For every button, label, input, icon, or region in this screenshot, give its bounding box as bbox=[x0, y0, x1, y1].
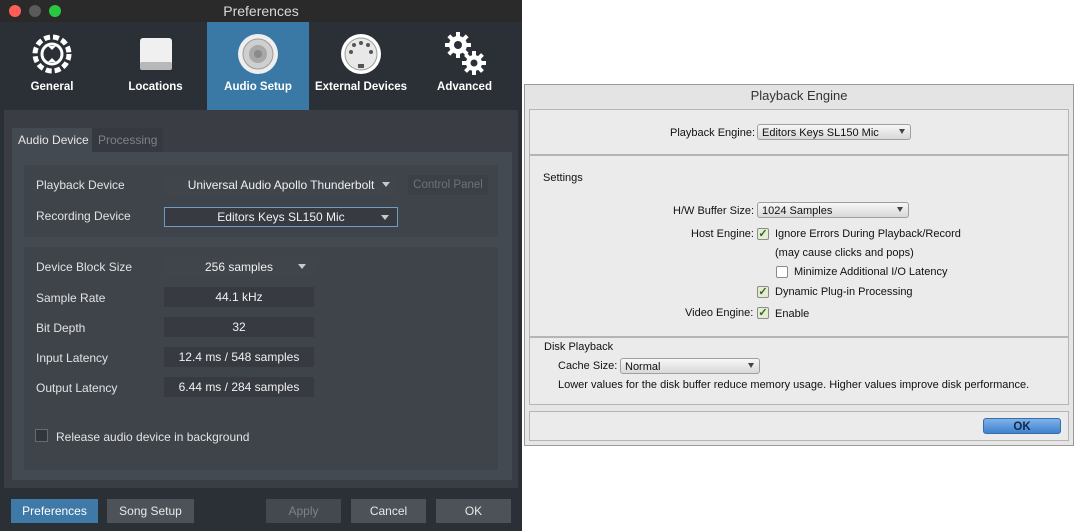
audio-setup-speaker-icon bbox=[238, 34, 278, 74]
tab-external-devices[interactable]: External Devices bbox=[309, 22, 413, 110]
tab-locations-label: Locations bbox=[128, 81, 183, 93]
chevron-down-icon bbox=[899, 129, 905, 134]
control-panel-button[interactable]: Control Panel bbox=[408, 175, 488, 195]
chevron-down-icon bbox=[382, 182, 390, 187]
recording-device-select[interactable]: Editors Keys SL150 Mic bbox=[164, 207, 398, 227]
ignore-errors-label: Ignore Errors During Playback/Record bbox=[775, 228, 961, 240]
dynamic-plugin-checkbox[interactable]: ✓ bbox=[757, 286, 769, 298]
tab-advanced-label: Advanced bbox=[437, 81, 492, 93]
ignore-errors-note: (may cause clicks and pops) bbox=[775, 247, 914, 259]
host-engine-label: Host Engine: bbox=[691, 228, 754, 240]
window-title: Preferences bbox=[223, 3, 299, 19]
block-size-label: Device Block Size bbox=[36, 260, 133, 274]
recording-device-label: Recording Device bbox=[36, 209, 131, 223]
hw-buffer-label: H/W Buffer Size: bbox=[673, 205, 755, 217]
engine-value: Editors Keys SL150 Mic bbox=[762, 127, 879, 139]
chevron-down-icon bbox=[381, 215, 389, 220]
advanced-gears-icon bbox=[444, 32, 486, 75]
playback-engine-dialog: Playback Engine Playback Engine: Editors… bbox=[524, 84, 1074, 446]
tab-audio-device[interactable]: Audio Device bbox=[12, 128, 95, 152]
bit-depth-value: 32 bbox=[164, 317, 314, 337]
title-bar: Preferences bbox=[0, 0, 522, 23]
settings-heading: Settings bbox=[543, 172, 583, 184]
tab-external-devices-label: External Devices bbox=[314, 81, 408, 93]
video-enable-label: Enable bbox=[775, 308, 810, 320]
playback-device-value: Universal Audio Apollo Thunderbolt bbox=[187, 178, 375, 192]
preferences-toolbar: General Locations Audio Setup External D… bbox=[0, 22, 522, 110]
recording-device-value: Editors Keys SL150 Mic bbox=[217, 210, 345, 224]
apply-button[interactable]: Apply bbox=[266, 499, 341, 523]
output-latency-label: Output Latency bbox=[36, 381, 118, 395]
chevron-down-icon bbox=[748, 363, 754, 368]
block-size-value: 256 samples bbox=[204, 260, 274, 274]
minimize-latency-label: Minimize Additional I/O Latency bbox=[794, 266, 948, 278]
locations-drive-icon bbox=[139, 38, 172, 70]
dynamic-plugin-label: Dynamic Plug-in Processing bbox=[775, 286, 913, 298]
disk-heading: Disk Playback bbox=[544, 341, 614, 353]
tab-general-label: General bbox=[30, 81, 74, 93]
release-device-label: Release audio device in background bbox=[56, 430, 250, 444]
tab-audio-setup-label: Audio Setup bbox=[224, 81, 292, 93]
sample-rate-label: Sample Rate bbox=[36, 291, 106, 305]
ok-button[interactable]: OK bbox=[983, 418, 1061, 434]
bit-depth-label: Bit Depth bbox=[36, 321, 86, 335]
dialog-title: Playback Engine bbox=[525, 85, 1073, 107]
tab-general[interactable]: General bbox=[0, 22, 104, 110]
sample-rate-value: 44.1 kHz bbox=[164, 287, 314, 307]
chevron-down-icon bbox=[298, 264, 306, 269]
tab-processing[interactable]: Processing bbox=[92, 128, 164, 152]
output-latency-value: 6.44 ms / 284 samples bbox=[164, 377, 314, 397]
video-enable-checkbox[interactable]: ✓ bbox=[757, 307, 769, 319]
general-sync-icon bbox=[32, 34, 72, 74]
playback-device-select[interactable]: Universal Audio Apollo Thunderbolt bbox=[164, 175, 398, 195]
ok-button[interactable]: OK bbox=[436, 499, 511, 523]
playback-device-label: Playback Device bbox=[36, 178, 125, 192]
cache-size-label: Cache Size: bbox=[558, 360, 618, 372]
tab-locations[interactable]: Locations bbox=[104, 22, 207, 110]
tab-audio-setup[interactable]: Audio Setup bbox=[207, 22, 309, 110]
cache-size-select[interactable]: Normal bbox=[620, 358, 760, 374]
release-device-checkbox[interactable] bbox=[35, 429, 48, 442]
hw-buffer-select[interactable]: 1024 Samples bbox=[757, 202, 909, 218]
block-size-select[interactable]: 256 samples bbox=[164, 257, 314, 277]
cache-size-value: Normal bbox=[625, 361, 661, 373]
video-engine-label: Video Engine: bbox=[685, 307, 754, 319]
song-setup-button[interactable]: Song Setup bbox=[107, 499, 194, 523]
engine-select[interactable]: Editors Keys SL150 Mic bbox=[757, 124, 911, 140]
minimize-latency-checkbox[interactable] bbox=[776, 266, 788, 278]
cancel-button[interactable]: Cancel bbox=[351, 499, 426, 523]
external-devices-midi-icon bbox=[341, 34, 381, 74]
chevron-down-icon bbox=[897, 207, 903, 212]
preferences-button[interactable]: Preferences bbox=[11, 499, 98, 523]
hw-buffer-value: 1024 Samples bbox=[762, 205, 833, 217]
tab-advanced[interactable]: Advanced bbox=[413, 22, 516, 110]
ignore-errors-checkbox[interactable]: ✓ bbox=[757, 228, 769, 240]
input-latency-value: 12.4 ms / 548 samples bbox=[164, 347, 314, 367]
input-latency-label: Input Latency bbox=[36, 351, 109, 365]
preferences-window: Preferences General Locations Audio Setu… bbox=[0, 0, 522, 531]
engine-label: Playback Engine: bbox=[670, 127, 755, 139]
disk-note: Lower values for the disk buffer reduce … bbox=[558, 379, 1030, 391]
